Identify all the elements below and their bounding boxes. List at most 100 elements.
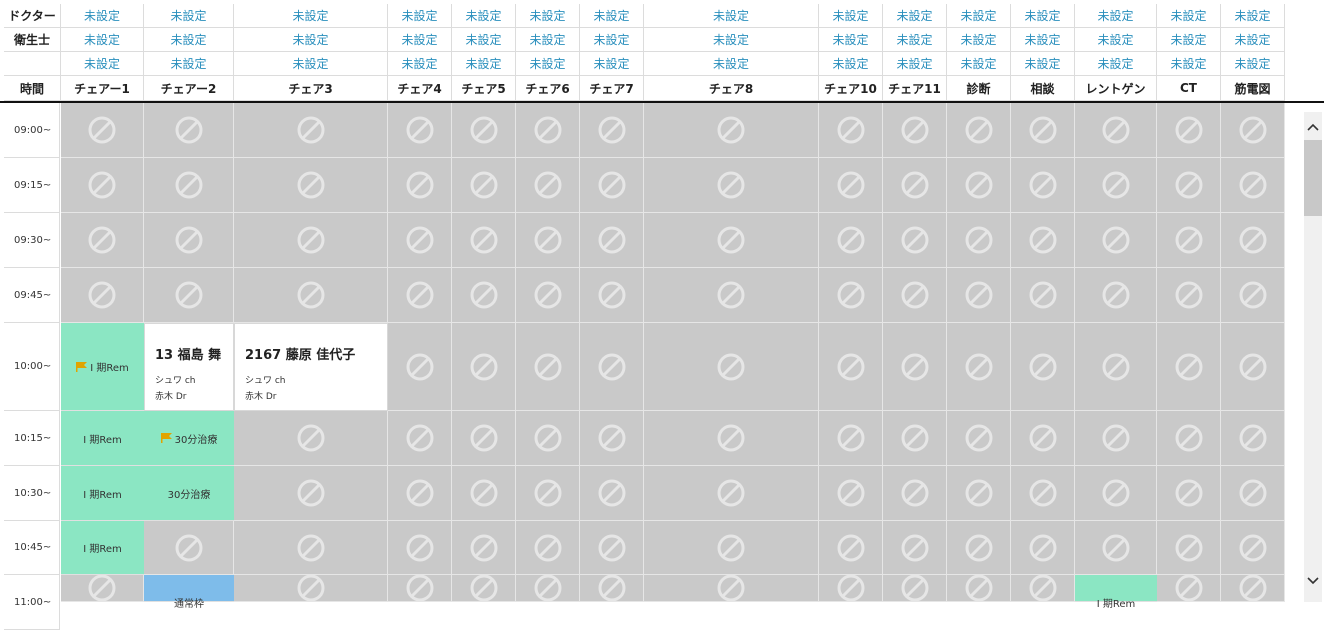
unset-link[interactable]: 未設定 — [947, 28, 1011, 52]
blocked-slot[interactable] — [388, 521, 452, 575]
blocked-slot[interactable] — [947, 521, 1011, 575]
blocked-slot[interactable] — [580, 521, 644, 575]
blocked-slot[interactable] — [580, 213, 644, 268]
blocked-slot[interactable] — [947, 103, 1011, 158]
blocked-slot[interactable] — [1157, 268, 1221, 323]
blocked-slot[interactable] — [644, 103, 819, 158]
unset-link[interactable]: 未設定 — [1221, 52, 1285, 76]
blocked-slot[interactable] — [947, 158, 1011, 213]
appointment-standard[interactable]: 通常枠 — [144, 575, 234, 610]
blocked-slot[interactable] — [61, 574, 144, 602]
patient-card[interactable]: 2167 藤原 佳代子 シュワ ch 赤木 Dr — [234, 323, 388, 411]
blocked-slot[interactable] — [819, 411, 883, 466]
blocked-slot[interactable] — [452, 574, 516, 602]
blocked-slot[interactable] — [1221, 521, 1285, 575]
scrollbar-thumb[interactable] — [1304, 140, 1322, 216]
blocked-slot[interactable] — [1075, 411, 1157, 466]
unset-link[interactable]: 未設定 — [234, 52, 388, 76]
patient-card[interactable]: 13 福島 舞シュワ ch 赤木 Dr — [144, 323, 234, 411]
blocked-slot[interactable] — [1221, 213, 1285, 268]
blocked-slot[interactable] — [388, 103, 452, 158]
column-header[interactable]: チェア11 — [883, 76, 947, 101]
blocked-slot[interactable] — [452, 213, 516, 268]
appointment-rem[interactable]: Ⅰ 期Rem — [61, 411, 144, 466]
blocked-slot[interactable] — [144, 268, 234, 323]
blocked-slot[interactable] — [452, 323, 516, 411]
column-header[interactable]: 診断 — [947, 76, 1011, 101]
unset-link[interactable]: 未設定 — [819, 52, 883, 76]
blocked-slot[interactable] — [144, 158, 234, 213]
column-header[interactable]: チェア5 — [452, 76, 516, 101]
column-header[interactable]: 相談 — [1011, 76, 1075, 101]
blocked-slot[interactable] — [1157, 411, 1221, 466]
unset-link[interactable]: 未設定 — [452, 28, 516, 52]
appointment-rem[interactable]: Ⅰ 期Rem — [61, 466, 144, 521]
blocked-slot[interactable] — [580, 103, 644, 158]
blocked-slot[interactable] — [819, 574, 883, 602]
blocked-slot[interactable] — [516, 466, 580, 521]
unset-link[interactable]: 未設定 — [144, 52, 234, 76]
blocked-slot[interactable] — [234, 158, 388, 213]
blocked-slot[interactable] — [883, 323, 947, 411]
unset-link[interactable]: 未設定 — [1157, 4, 1221, 28]
blocked-slot[interactable] — [644, 466, 819, 521]
blocked-slot[interactable] — [1221, 103, 1285, 158]
blocked-slot[interactable] — [388, 574, 452, 602]
blocked-slot[interactable] — [144, 103, 234, 158]
blocked-slot[interactable] — [819, 268, 883, 323]
blocked-slot[interactable] — [947, 213, 1011, 268]
blocked-slot[interactable] — [644, 411, 819, 466]
blocked-slot[interactable] — [1157, 521, 1221, 575]
blocked-slot[interactable] — [580, 466, 644, 521]
unset-link[interactable]: 未設定 — [819, 4, 883, 28]
unset-link[interactable]: 未設定 — [580, 52, 644, 76]
blocked-slot[interactable] — [234, 574, 388, 602]
blocked-slot[interactable] — [1157, 213, 1221, 268]
blocked-slot[interactable] — [819, 213, 883, 268]
blocked-slot[interactable] — [883, 466, 947, 521]
blocked-slot[interactable] — [234, 521, 388, 575]
unset-link[interactable]: 未設定 — [947, 52, 1011, 76]
blocked-slot[interactable] — [234, 466, 388, 521]
blocked-slot[interactable] — [1157, 574, 1221, 602]
unset-link[interactable]: 未設定 — [61, 52, 144, 76]
blocked-slot[interactable] — [452, 268, 516, 323]
blocked-slot[interactable] — [644, 158, 819, 213]
blocked-slot[interactable] — [1075, 103, 1157, 158]
unset-link[interactable]: 未設定 — [516, 52, 580, 76]
unset-link[interactable]: 未設定 — [61, 28, 144, 52]
unset-link[interactable]: 未設定 — [452, 52, 516, 76]
blocked-slot[interactable] — [580, 411, 644, 466]
column-header[interactable]: CT — [1157, 76, 1221, 101]
blocked-slot[interactable] — [61, 268, 144, 323]
blocked-slot[interactable] — [1075, 213, 1157, 268]
unset-link[interactable]: 未設定 — [61, 4, 144, 28]
blocked-slot[interactable] — [947, 268, 1011, 323]
blocked-slot[interactable] — [452, 158, 516, 213]
blocked-slot[interactable] — [452, 411, 516, 466]
blocked-slot[interactable] — [1011, 213, 1075, 268]
column-header[interactable]: チェアー2 — [144, 76, 234, 101]
unset-link[interactable]: 未設定 — [452, 4, 516, 28]
blocked-slot[interactable] — [234, 268, 388, 323]
blocked-slot[interactable] — [1221, 466, 1285, 521]
column-header[interactable]: チェアー1 — [61, 76, 144, 101]
blocked-slot[interactable] — [1011, 521, 1075, 575]
unset-link[interactable]: 未設定 — [516, 28, 580, 52]
blocked-slot[interactable] — [516, 323, 580, 411]
unset-link[interactable]: 未設定 — [234, 28, 388, 52]
blocked-slot[interactable] — [388, 323, 452, 411]
blocked-slot[interactable] — [1221, 268, 1285, 323]
column-header[interactable]: レントゲン — [1075, 76, 1157, 101]
blocked-slot[interactable] — [516, 574, 580, 602]
blocked-slot[interactable] — [883, 521, 947, 575]
unset-link[interactable]: 未設定 — [1011, 4, 1075, 28]
blocked-slot[interactable] — [883, 411, 947, 466]
blocked-slot[interactable] — [1011, 268, 1075, 323]
blocked-slot[interactable] — [819, 323, 883, 411]
blocked-slot[interactable] — [644, 213, 819, 268]
appointment-xray[interactable]: Ⅰ 期Rem — [1075, 575, 1157, 610]
blocked-slot[interactable] — [644, 268, 819, 323]
blocked-slot[interactable] — [1075, 158, 1157, 213]
blocked-slot[interactable] — [234, 213, 388, 268]
